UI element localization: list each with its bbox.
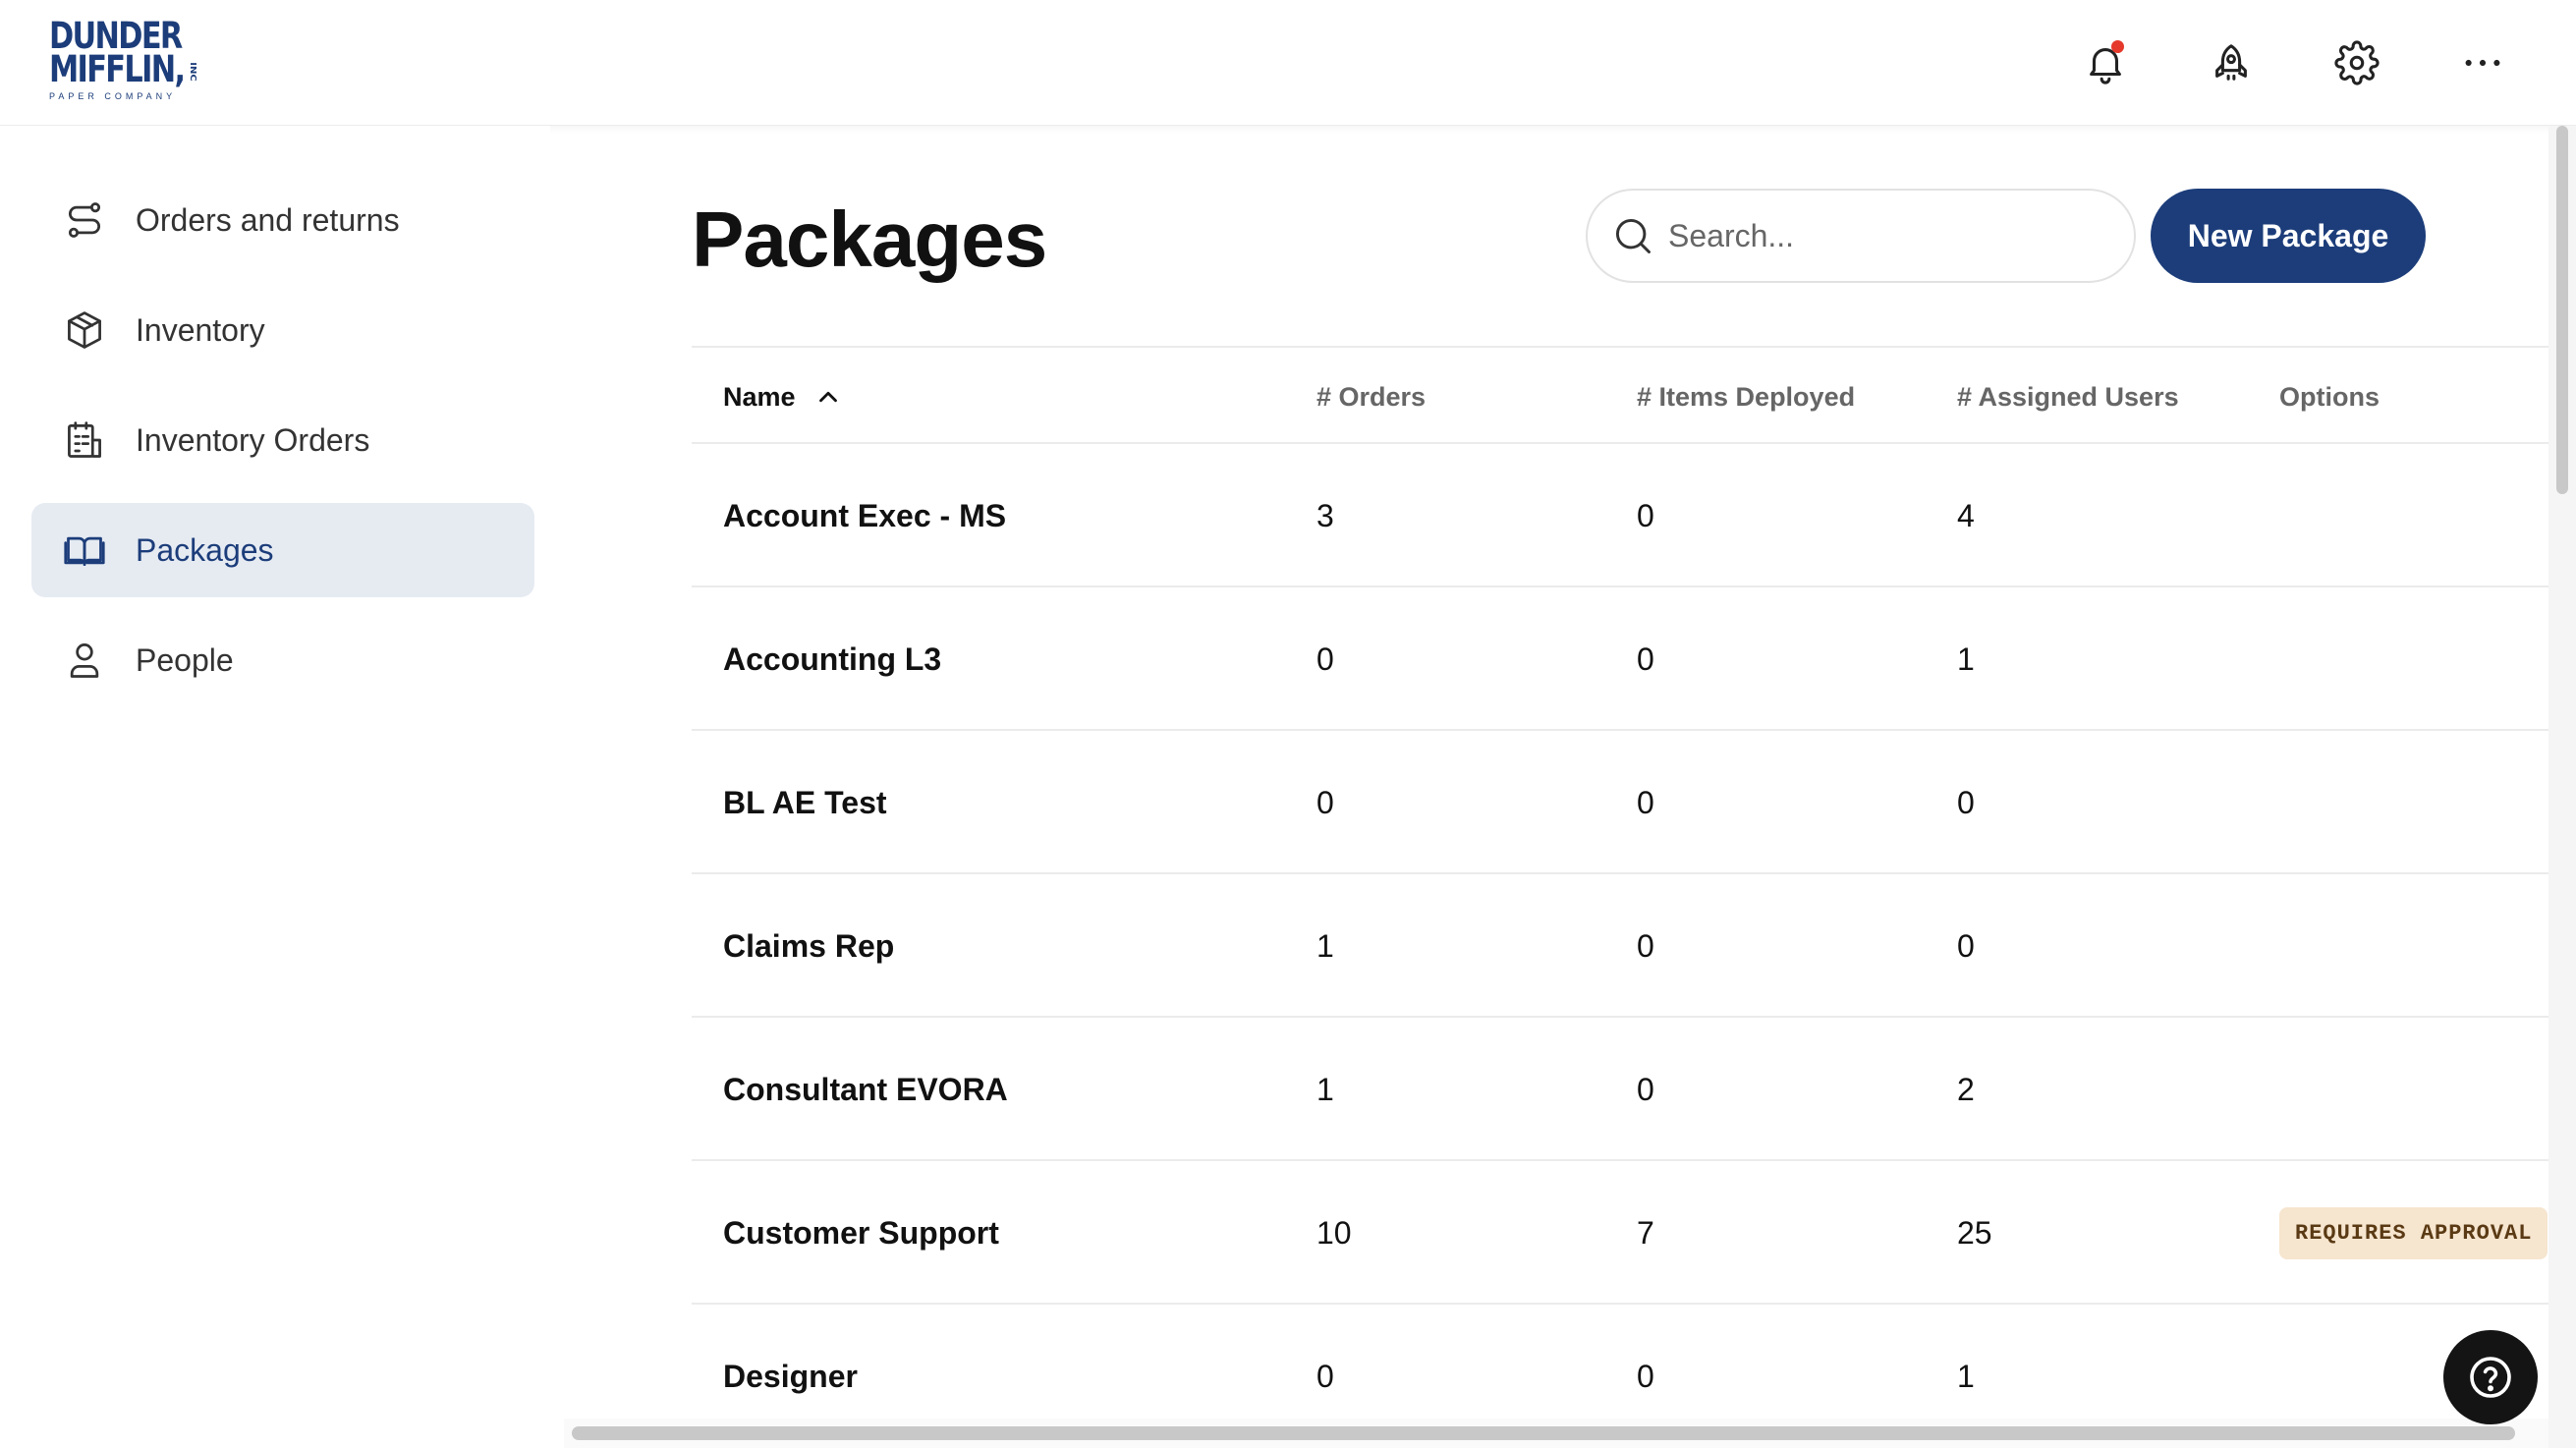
column-header-items-deployed[interactable]: # Items Deployed [1637, 348, 1855, 446]
cell-orders: 0 [1316, 640, 1334, 677]
help-icon [2470, 1357, 2511, 1398]
launch-button[interactable] [2204, 35, 2259, 90]
settings-button[interactable] [2329, 35, 2384, 90]
table-row[interactable]: Accounting L3 0 0 1 [692, 587, 2548, 731]
more-options-button[interactable] [2455, 35, 2510, 90]
sidebar-nav: Orders and returns Inventory Inventory O… [0, 126, 550, 1448]
table-row[interactable]: Consultant EVORA 1 0 2 [692, 1018, 2548, 1161]
cell-orders: 1 [1316, 927, 1334, 964]
search-box[interactable] [1586, 189, 2136, 283]
cell-items-deployed: 0 [1637, 497, 1654, 533]
notification-dot [2111, 40, 2124, 53]
packages-table: Name # Orders # Items Deployed # Assigne… [692, 346, 2548, 1448]
cell-name: Accounting L3 [723, 640, 942, 677]
sidebar-item-orders-and-returns[interactable]: Orders and returns [31, 173, 534, 267]
horizontal-scrollbar-thumb[interactable] [572, 1426, 2515, 1440]
column-header-assigned-users[interactable]: # Assigned Users [1957, 348, 2179, 446]
search-icon [1615, 218, 1651, 253]
cell-assigned-users: 0 [1957, 927, 1975, 964]
sidebar-item-packages[interactable]: Packages [31, 503, 534, 597]
cell-assigned-users: 1 [1957, 640, 1975, 677]
sidebar-item-label: Packages [136, 531, 274, 568]
sidebar-item-label: Inventory [136, 311, 265, 348]
cell-name: Account Exec - MS [723, 497, 1007, 533]
new-package-button[interactable]: New Package [2151, 189, 2426, 283]
sidebar-item-inventory-orders[interactable]: Inventory Orders [31, 393, 534, 487]
cell-assigned-users: 25 [1957, 1214, 1992, 1251]
sidebar-item-inventory[interactable]: Inventory [31, 283, 534, 377]
top-bar: DUNDER MIFFLIN, INC PAPER COMPANY [0, 0, 2576, 126]
cell-items-deployed: 0 [1637, 640, 1654, 677]
cell-orders: 0 [1316, 784, 1334, 820]
route-icon [63, 198, 106, 242]
requires-approval-badge: REQUIRES APPROVAL [2279, 1206, 2548, 1259]
cell-orders: 1 [1316, 1071, 1334, 1107]
table-row[interactable]: Account Exec - MS 3 0 4 [692, 444, 2548, 587]
notifications-button[interactable] [2078, 35, 2133, 90]
more-icon [2465, 59, 2500, 67]
gear-icon [2334, 40, 2380, 85]
header-actions [0, 35, 2576, 90]
cell-options: REQUIRES APPROVAL [2279, 1161, 2548, 1305]
cell-name: Consultant EVORA [723, 1071, 1008, 1107]
cell-assigned-users: 4 [1957, 497, 1975, 533]
sidebar-item-label: Orders and returns [136, 201, 400, 238]
table-header: Name # Orders # Items Deployed # Assigne… [692, 346, 2548, 444]
cell-orders: 10 [1316, 1214, 1352, 1251]
cell-items-deployed: 0 [1637, 927, 1654, 964]
sidebar-item-label: Inventory Orders [136, 421, 370, 458]
user-icon [63, 639, 106, 682]
table-row[interactable]: Claims Rep 1 0 0 [692, 874, 2548, 1018]
main-content: Packages New Package Name # Orders # Ite… [692, 126, 2548, 1448]
rocket-icon [2215, 44, 2247, 81]
cell-assigned-users: 0 [1957, 784, 1975, 820]
horizontal-scrollbar[interactable] [564, 1419, 2548, 1448]
vertical-scrollbar[interactable] [2548, 126, 2576, 1448]
sidebar-item-people[interactable]: People [31, 613, 534, 707]
page-title: Packages [692, 195, 1047, 283]
cell-name: BL AE Test [723, 784, 887, 820]
chevron-up-icon [818, 391, 837, 403]
cell-orders: 3 [1316, 497, 1334, 533]
cell-name: Claims Rep [723, 927, 895, 964]
box-icon [63, 308, 106, 352]
cell-items-deployed: 7 [1637, 1214, 1654, 1251]
cell-assigned-users: 2 [1957, 1071, 1975, 1107]
cell-items-deployed: 0 [1637, 784, 1654, 820]
column-header-options: Options [2279, 381, 2380, 412]
column-header-name[interactable]: Name [723, 348, 843, 446]
column-header-orders[interactable]: # Orders [1316, 348, 1426, 446]
table-row[interactable]: Customer Support 10 7 25 REQUIRES APPROV… [692, 1161, 2548, 1305]
help-button[interactable] [2443, 1330, 2538, 1424]
clipboard-icon [63, 418, 106, 462]
cell-items-deployed: 0 [1637, 1071, 1654, 1107]
cell-name: Customer Support [723, 1214, 999, 1251]
search-input[interactable] [1668, 217, 2100, 254]
book-icon [63, 529, 106, 572]
table-row[interactable]: BL AE Test 0 0 0 [692, 731, 2548, 874]
sidebar-item-label: People [136, 641, 234, 678]
vertical-scrollbar-thumb[interactable] [2556, 126, 2568, 494]
